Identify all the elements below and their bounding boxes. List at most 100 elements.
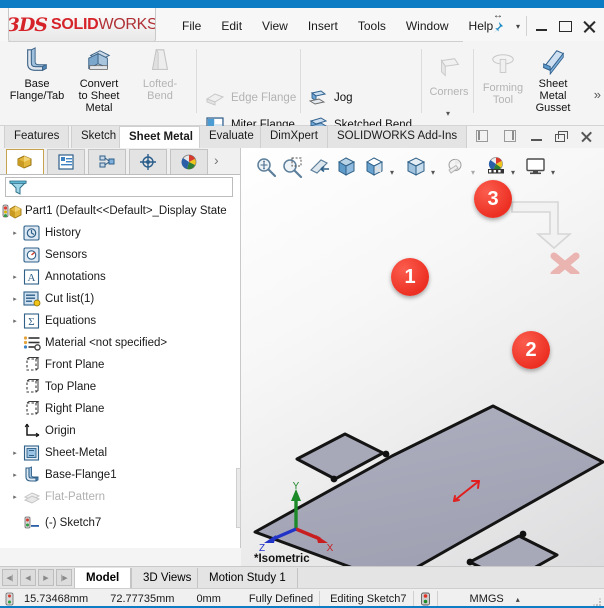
document-next-button[interactable]: [502, 129, 518, 144]
units-chevron-up-icon[interactable]: ▴: [516, 595, 520, 604]
ribbon-top-rule: [8, 41, 463, 42]
dimxpert-manager-tab[interactable]: [129, 149, 167, 174]
tree-expander-annotations[interactable]: ▸: [8, 273, 22, 281]
window-maximize-button[interactable]: [558, 20, 574, 34]
triad-y-label: Y: [293, 481, 300, 492]
tree-label-sketch7: (-) Sketch7: [45, 517, 102, 529]
tree-item-front-plane[interactable]: Front Plane: [0, 354, 239, 376]
status-z-coordinate: 0mm: [196, 593, 221, 605]
tab-dimxpert[interactable]: DimXpert: [260, 126, 328, 148]
window-close-button[interactable]: [582, 20, 598, 34]
property-manager-tab[interactable]: [47, 149, 85, 174]
document-restore-button[interactable]: [555, 131, 569, 143]
status-units[interactable]: MMGS: [470, 593, 504, 605]
cut-list-icon: [23, 291, 41, 307]
tree-item-base-flange1[interactable]: ▸ Base-Flange1: [0, 464, 239, 486]
pin-icon[interactable]: [490, 21, 504, 35]
equations-icon: Σ: [23, 313, 40, 329]
rebuild-indicator-icon[interactable]: [420, 592, 431, 606]
tree-expander-history[interactable]: ▸: [8, 229, 22, 237]
logo-works-text: WORKS: [98, 15, 156, 33]
tree-item-sketch7[interactable]: (-) Sketch7: [0, 512, 239, 530]
tab-nav-first-button[interactable]: ◀|: [2, 569, 18, 586]
lofted-bend-icon: [151, 48, 169, 70]
tab-nav-last-button[interactable]: |▶: [56, 569, 72, 586]
solidworks-logo[interactable]: 3DS SOLIDWORKS: [8, 8, 156, 42]
tree-expander-cut-list[interactable]: ▸: [8, 295, 22, 303]
sheet-metal-gusset-button[interactable]: Sheet Metal Gusset: [528, 47, 578, 114]
plane-icon: [26, 357, 40, 371]
tree-item-sensors[interactable]: Sensors: [0, 244, 239, 266]
graphics-area[interactable]: ▾ ▾ ▾ ▾ ▾ Y X Z *Isometric: [241, 148, 604, 573]
menu-file[interactable]: File: [172, 17, 211, 35]
tree-item-right-plane[interactable]: Right Plane: [0, 398, 239, 420]
status-separator-2: [412, 591, 414, 607]
origin-triad: Y X Z: [259, 481, 334, 551]
convert-sheet-metal-icon: [88, 50, 111, 70]
tree-label-equations: Equations: [45, 315, 97, 327]
solidworks-window: 3DS SOLIDWORKS File Edit View Insert Too…: [0, 0, 604, 608]
forming-tool-label: Forming Tool: [482, 82, 524, 106]
ribbon-overflow-icon[interactable]: »: [594, 87, 601, 102]
tree-item-sheet-metal[interactable]: ▸ Sheet-Metal: [0, 442, 239, 464]
base-flange-tab-label: Base Flange/Tab: [9, 78, 65, 102]
annotation-badge-2: 2: [512, 331, 550, 369]
filter-funnel-icon: [8, 180, 28, 195]
convert-sheet-metal-label: Convert to Sheet Metal: [78, 78, 120, 114]
edge-flange-icon: [205, 93, 225, 106]
document-minimize-button[interactable]: [531, 131, 543, 143]
tree-item-history[interactable]: ▸ History: [0, 222, 239, 244]
edge-flange-label: Edge Flange: [231, 92, 297, 104]
menu-edit[interactable]: Edit: [211, 17, 252, 35]
tree-item-flat-pattern[interactable]: ▸ Flat-Pattern: [0, 486, 239, 508]
menu-insert[interactable]: Insert: [298, 17, 348, 35]
configuration-manager-tab[interactable]: [88, 149, 126, 174]
status-y-coordinate: 72.77735mm: [110, 593, 175, 605]
tab-sketch[interactable]: Sketch: [71, 126, 127, 148]
tree-item-equations[interactable]: ▸ Σ Equations: [0, 310, 239, 332]
tab-nav-next-button[interactable]: ▶: [38, 569, 54, 586]
tab-features[interactable]: Features: [4, 126, 70, 148]
sketch-status-icon: [5, 592, 14, 606]
tree-label-sheet-metal: Sheet-Metal: [45, 447, 108, 459]
forming-tool-button: Forming Tool: [480, 51, 526, 106]
base-flange-tab-button[interactable]: Base Flange/Tab: [8, 47, 66, 102]
tree-expander-equations[interactable]: ▸: [8, 317, 22, 325]
plane-icon: [26, 379, 40, 393]
tree-item-annotations[interactable]: ▸ A Annotations: [0, 266, 239, 288]
tab-solidworks-add-ins[interactable]: SOLIDWORKS Add-Ins: [327, 126, 468, 148]
feature-tree-filter[interactable]: [5, 177, 233, 197]
document-close-button[interactable]: [580, 131, 593, 143]
tree-item-material[interactable]: Material <not specified>: [0, 332, 239, 354]
menu-tools[interactable]: Tools: [348, 17, 396, 35]
tree-item-cut-list[interactable]: ▸ Cut list(1): [0, 288, 239, 310]
window-minimize-button[interactable]: [534, 20, 550, 34]
jog-label: Jog: [334, 92, 353, 104]
bottom-tab-3d-views[interactable]: 3D Views: [131, 568, 204, 589]
tree-item-top-plane[interactable]: Top Plane: [0, 376, 239, 398]
tree-label-flat-pattern: Flat-Pattern: [45, 491, 106, 503]
tree-expander-flat-pattern[interactable]: ▸: [8, 493, 22, 501]
bottom-tab-motion-study[interactable]: Motion Study 1: [197, 568, 298, 589]
tree-expander-sheet-metal[interactable]: ▸: [8, 449, 22, 457]
document-prev-button[interactable]: [474, 129, 490, 144]
tree-item-part-root[interactable]: Part1 (Default<<Default>_Display State: [0, 200, 239, 222]
tree-expander-base-flange1[interactable]: ▸: [8, 471, 22, 479]
feature-manager-tab[interactable]: [6, 149, 44, 174]
chevron-down-icon[interactable]: ▾: [516, 22, 520, 31]
tab-nav-prev-button[interactable]: ◀: [20, 569, 36, 586]
tab-evaluate[interactable]: Evaluate: [199, 126, 264, 148]
display-sphere-icon: [181, 154, 197, 170]
tab-sheet-metal[interactable]: Sheet Metal: [119, 126, 203, 148]
plane-icon: [26, 401, 40, 415]
menu-view[interactable]: View: [252, 17, 298, 35]
manager-tabs-expand-icon[interactable]: ›: [214, 152, 219, 168]
jog-button[interactable]: Jog: [308, 87, 353, 109]
flat-pattern-icon: [23, 492, 41, 504]
tree-item-origin[interactable]: Origin: [0, 420, 239, 442]
convert-to-sheet-metal-button[interactable]: Convert to Sheet Metal: [70, 47, 128, 114]
bottom-tab-model[interactable]: Model: [74, 568, 132, 589]
triad-x-label: X: [327, 543, 334, 551]
display-manager-tab[interactable]: [170, 149, 208, 174]
menu-window[interactable]: Window: [396, 17, 459, 35]
